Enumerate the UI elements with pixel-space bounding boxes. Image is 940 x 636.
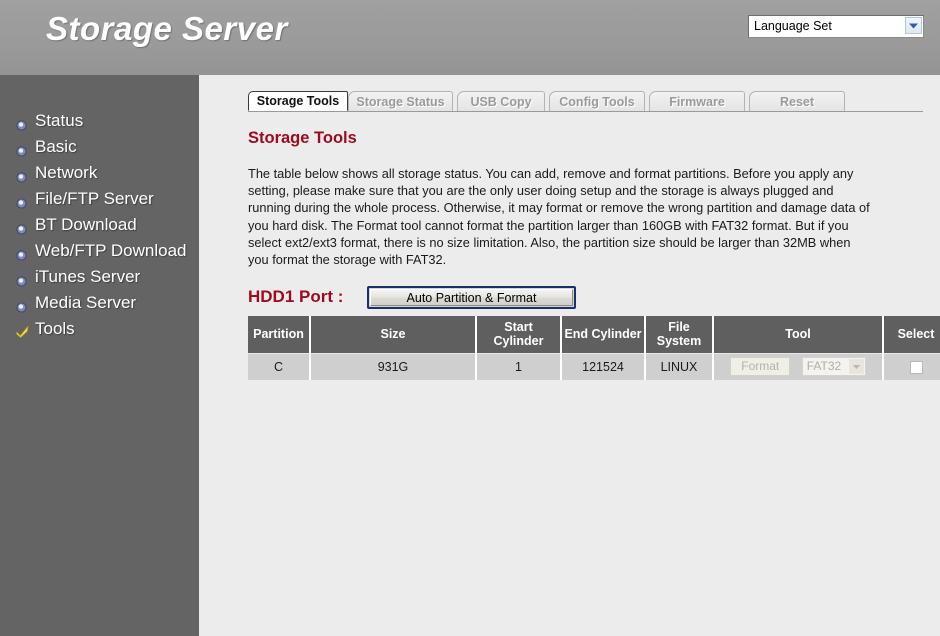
sidebar-item-web-ftp-download[interactable]: Web/FTP Download [0,238,199,264]
brand-title: Storage Server [46,10,288,47]
language-selector[interactable]: Language Set [748,15,924,38]
sidebar-item-label: BT Download [35,215,137,234]
bullet-icon [16,116,27,131]
sidebar-item-media-server[interactable]: Media Server [0,290,199,316]
bullet-icon [16,220,27,235]
tab-bar: Storage Tools Storage Status USB Copy Co… [248,91,923,112]
cell-start-cylinder: 1 [475,352,561,380]
auto-partition-format-label: Auto Partition & Format [370,289,573,306]
cell-select [882,352,940,380]
filesystem-select[interactable]: FAT32 [801,357,866,377]
table-header-row: Partition Size Start Cylinder End Cylind… [248,316,940,353]
storage-partition-table: Partition Size Start Cylinder End Cylind… [248,316,940,380]
cell-partition: C [248,352,310,380]
page-description: The table below shows all storage status… [248,166,870,268]
hdd-port-label: HDD1 Port : [248,287,344,306]
col-header-end-cylinder: End Cylinder [560,316,645,353]
page-title: Storage Tools [248,129,357,147]
cell-tool: Format FAT32 [712,352,883,380]
sidebar-item-label: File/FTP Server [35,189,154,208]
sidebar-item-network[interactable]: Network [0,160,199,186]
cell-end-cylinder: 121524 [560,352,645,380]
bullet-icon [16,272,27,287]
page-header: Storage Server Language Set [0,0,940,75]
cell-file-system: LINUX [644,352,713,380]
sidebar-item-label: Web/FTP Download [35,241,187,260]
chevron-down-icon[interactable] [905,17,922,34]
app-window: Storage Server Language Set Status Basic [0,0,940,636]
table-row: C 931G 1 121524 LINUX Format FAT32 [248,352,940,380]
filesystem-select-value: FAT32 [806,359,842,374]
col-header-size: Size [309,316,476,353]
sidebar-item-label: Tools [35,319,75,338]
tab-firmware[interactable]: Firmware [649,91,745,111]
sidebar-item-tools[interactable]: Tools [0,316,199,342]
check-icon [16,323,29,338]
col-header-tool: Tool [712,316,883,353]
sidebar-nav: Status Basic Network File/FTP Server BT … [0,75,199,636]
sidebar-item-file-ftp-server[interactable]: File/FTP Server [0,186,199,212]
sidebar-item-label: iTunes Server [35,267,141,286]
sidebar-item-itunes-server[interactable]: iTunes Server [0,264,199,290]
sidebar-item-status[interactable]: Status [0,108,199,134]
sidebar-item-label: Media Server [35,293,137,312]
tab-reset[interactable]: Reset [749,91,845,111]
sidebar-item-label: Status [35,111,84,130]
bullet-icon [16,142,27,157]
language-select-value[interactable]: Language Set [748,15,924,38]
auto-partition-format-button[interactable]: Auto Partition & Format [367,286,576,309]
col-header-select: Select [882,316,940,353]
bullet-icon [16,298,27,313]
col-header-partition: Partition [248,316,310,353]
sidebar-item-bt-download[interactable]: BT Download [0,212,199,238]
chevron-down-icon[interactable] [848,359,864,375]
main-content: Storage Tools Storage Status USB Copy Co… [199,75,940,636]
sidebar-item-label: Network [35,163,98,182]
bullet-icon [16,246,27,261]
tab-storage-status[interactable]: Storage Status [348,91,453,111]
tab-usb-copy[interactable]: USB Copy [457,91,545,111]
sidebar-item-label: Basic [35,137,77,156]
col-header-start-cylinder: Start Cylinder [475,316,561,353]
sidebar-item-basic[interactable]: Basic [0,134,199,160]
row-select-checkbox[interactable] [909,360,923,374]
tab-storage-tools[interactable]: Storage Tools [248,91,348,111]
col-header-file-system: File System [644,316,713,353]
bullet-icon [16,194,27,209]
cell-size: 931G [309,352,476,380]
format-button[interactable]: Format [730,357,791,377]
tab-config-tools[interactable]: Config Tools [549,91,645,111]
bullet-icon [16,168,27,183]
